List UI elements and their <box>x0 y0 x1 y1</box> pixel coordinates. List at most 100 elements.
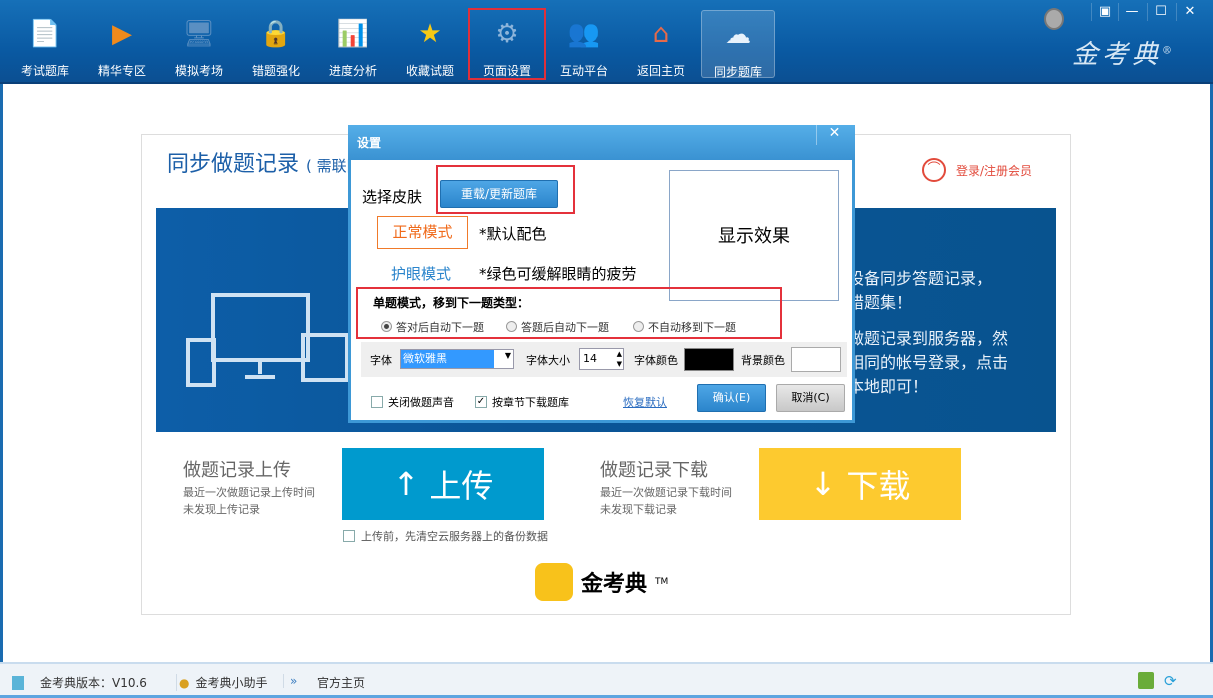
download-button[interactable]: ↓下载 <box>759 448 961 520</box>
toolbar-item-label: 页面设置 <box>470 62 544 79</box>
cancel-button[interactable]: 取消(C) <box>776 384 845 412</box>
more-icon[interactable]: » <box>283 674 297 688</box>
brand-logo: 金考典® <box>1072 34 1176 71</box>
assistant-link[interactable]: ●金考典小助手 <box>176 674 268 691</box>
banner-line: 本地即可！ <box>848 373 1048 397</box>
download-label: 下载 <box>846 461 910 507</box>
maximize-button[interactable]: ☐ <box>1147 3 1174 21</box>
mute-label: 关闭做题声音 <box>388 394 454 410</box>
normal-mode-button[interactable]: 正常模式 <box>377 216 468 249</box>
dialog-title: 设置 <box>348 125 855 160</box>
upload-last-time: 最近一次做题记录上传时间 <box>183 484 315 501</box>
dialog-close-button[interactable]: ✕ <box>816 125 852 145</box>
folder-lock-icon: 🔒 <box>258 16 294 52</box>
medal-icon <box>1044 8 1064 30</box>
upload-button[interactable]: ↑上传 <box>342 448 544 520</box>
toolbar-item[interactable]: ★ 收藏试题 <box>393 10 467 78</box>
user-icon: ⌒ <box>922 158 946 182</box>
font-size-label: 字体大小 <box>526 352 570 368</box>
star-icon: ★ <box>412 16 448 52</box>
bg-color-swatch[interactable] <box>791 347 841 372</box>
upload-status: 未发现上传记录 <box>183 501 260 518</box>
font-select-value: 微软雅黑 <box>401 350 494 368</box>
normal-mode-desc: *默认配色 <box>479 223 547 244</box>
next-option-radio[interactable]: 不自动移到下一题 <box>633 319 736 335</box>
top-toolbar: 📄考试题库▶精华专区🖥模拟考场 🔒 错题强化📊进度分析 ★ 收藏试题 ⚙ 页面设置👥互动平台… <box>0 0 1213 84</box>
next-option-radio[interactable]: 答题后自动下一题 <box>506 319 609 335</box>
toolbar-item-label: 收藏试题 <box>393 62 467 79</box>
upload-label: 上传 <box>429 461 493 507</box>
font-color-swatch[interactable] <box>684 348 734 371</box>
clear-backup-label: 上传前，先清空云服务器上的备份数据 <box>361 528 548 544</box>
radio-icon[interactable] <box>381 321 392 332</box>
font-select[interactable]: 微软雅黑 ▼ <box>400 349 514 369</box>
eye-mode-button[interactable]: 护眼模式 <box>391 263 451 284</box>
download-title: 做题记录下载 <box>600 456 708 482</box>
next-option-radio[interactable]: 答对后自动下一题 <box>381 319 484 335</box>
toolbar-item-label: 返回主页 <box>624 62 698 79</box>
toolbar-item-label: 模拟考场 <box>162 62 236 79</box>
download-last-time: 最近一次做题记录下载时间 <box>600 484 732 501</box>
radio-icon[interactable] <box>633 321 644 332</box>
status-bar: 金考典版本：V10.6 ●金考典小助手 » 官方主页 ⟳ <box>0 662 1213 698</box>
mute-checkbox[interactable]: 关闭做题声音 <box>371 394 454 410</box>
users-icon: 👥 <box>566 16 602 52</box>
toolbar-item[interactable]: 👥互动平台 <box>547 10 621 78</box>
trademark: TM <box>655 577 668 587</box>
page-title: 同步做题记录 ( 需联网 <box>167 146 362 178</box>
toolbar-item-label: 精华专区 <box>85 62 159 79</box>
next-option-label: 答对后自动下一题 <box>396 321 484 334</box>
version-info: 金考典版本：V10.6 <box>12 674 147 691</box>
bg-color-label: 背景颜色 <box>741 352 785 368</box>
font-label: 字体 <box>370 352 392 368</box>
toolbar-item-label: 错题强化 <box>239 62 313 79</box>
toolbar-item[interactable]: ▶精华专区 <box>85 10 159 78</box>
checkbox[interactable] <box>371 396 383 408</box>
font-size-value: 14 <box>583 352 597 365</box>
radio-icon[interactable] <box>506 321 517 332</box>
toolbar-item[interactable]: ⚙ 页面设置 <box>470 10 544 78</box>
font-size-stepper[interactable]: 14 ▲▼ <box>579 348 624 370</box>
version-text: 金考典版本：V10.6 <box>40 674 147 691</box>
next-option-label: 答题后自动下一题 <box>521 321 609 334</box>
toolbar-item-label: 同步题库 <box>702 63 774 80</box>
stepper-arrows-icon[interactable]: ▲▼ <box>617 349 622 369</box>
devices-illustration <box>185 285 350 395</box>
login-link[interactable]: ⌒ 登录/注册会员 <box>922 158 1032 182</box>
download-status: 未发现下载记录 <box>600 501 677 518</box>
homepage-link[interactable]: 官方主页 <box>317 674 365 691</box>
sync-icon[interactable]: ⟳ <box>1164 672 1177 690</box>
toolbar-item-label: 考试题库 <box>8 62 82 79</box>
skin-button[interactable]: ▣ <box>1091 3 1118 21</box>
banner-line: 相同的帐号登录，点击 <box>848 349 1048 373</box>
checkbox[interactable] <box>343 530 355 542</box>
stats-icon[interactable] <box>1138 672 1154 689</box>
upload-icon: ↑ <box>393 465 420 503</box>
close-button[interactable]: ✕ <box>1176 3 1203 21</box>
checkbox-checked[interactable]: ✓ <box>475 396 487 408</box>
download-icon: ↓ <box>810 465 837 503</box>
chapter-download-label: 按章节下载题库 <box>492 394 569 410</box>
assistant-label: 金考典小助手 <box>195 674 267 691</box>
next-option-label: 不自动移到下一题 <box>648 321 736 334</box>
clear-backup-checkbox[interactable]: 上传前，先清空云服务器上的备份数据 <box>343 528 548 544</box>
minimize-button[interactable]: — <box>1118 3 1145 21</box>
toolbar-item[interactable]: 🖥模拟考场 <box>162 10 236 78</box>
toolbar-item[interactable]: ⌂返回主页 <box>624 10 698 78</box>
chevron-down-icon[interactable]: ▼ <box>505 351 511 360</box>
restore-default-link[interactable]: 恢复默认 <box>623 394 667 410</box>
toolbar-item[interactable]: 🔒 错题强化 <box>239 10 313 78</box>
chapter-download-checkbox[interactable]: ✓ 按章节下载题库 <box>475 394 569 410</box>
login-label[interactable]: 登录/注册会员 <box>956 162 1032 179</box>
skin-label: 选择皮肤 <box>362 186 422 207</box>
toolbar-item[interactable]: 📊进度分析 <box>316 10 390 78</box>
toolbar-item[interactable]: ☁同步题库 <box>701 10 775 78</box>
font-color-label: 字体颜色 <box>634 352 678 368</box>
toolbar-item[interactable]: 📄考试题库 <box>8 10 82 78</box>
brand-logo-icon <box>535 563 573 601</box>
ok-button[interactable]: 确认(E) <box>697 384 766 412</box>
banner-line: 错题集！ <box>848 289 1048 313</box>
eye-mode-desc: *绿色可缓解眼睛的疲劳 <box>479 263 637 284</box>
gear-icon: ⚙ <box>489 16 525 52</box>
reload-bank-button[interactable]: 重载/更新题库 <box>440 180 558 208</box>
